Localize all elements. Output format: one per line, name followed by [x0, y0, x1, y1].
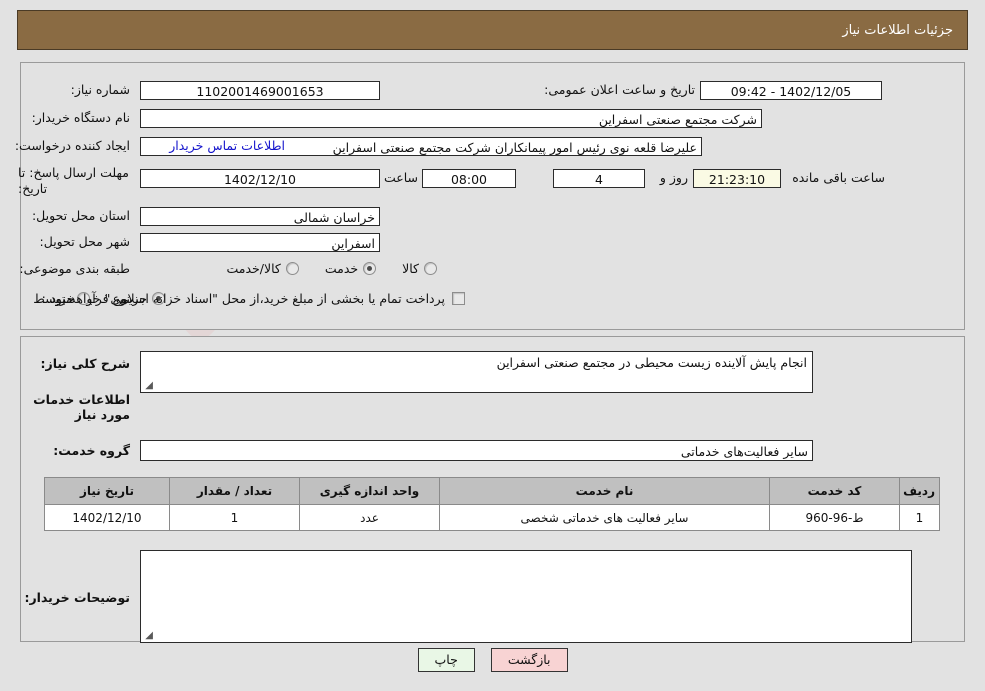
th-service-name: نام خدمت — [439, 477, 770, 505]
need-summary-panel — [20, 62, 965, 330]
deadline-hour-label-row: ساعت — [384, 170, 418, 187]
need-number-label-row: شماره نیاز: — [20, 82, 130, 99]
category-option-khedmat-label: خدمت — [324, 261, 359, 276]
deadline-label: مهلت ارسال پاسخ: تا تاریخ: — [18, 165, 129, 196]
resize-grip-icon[interactable]: ◢ — [143, 381, 153, 391]
deadline-time-field[interactable]: 08:00 — [422, 169, 516, 188]
deadline-label-row: مهلت ارسال پاسخ: تا تاریخ: — [18, 165, 130, 196]
creator-label-row: ایجاد کننده درخواست: — [15, 138, 130, 155]
countdown-field: 21:23:10 — [693, 169, 781, 188]
province-label: استان محل تحویل: — [31, 208, 130, 223]
radio-kala-icon[interactable] — [424, 262, 437, 275]
radio-kala-khedmat-icon[interactable] — [285, 262, 299, 275]
creator-label: ایجاد کننده درخواست: — [14, 138, 130, 153]
days-unit-row: روز و — [660, 170, 688, 187]
resize-grip-icon-notes[interactable]: ◢ — [143, 631, 153, 641]
th-service-code: کد خدمت — [769, 477, 900, 505]
category-option-kala-label: کالا — [402, 261, 419, 276]
need-number-label: شماره نیاز: — [70, 82, 130, 97]
cell-service-code: ط-96-960 — [769, 504, 900, 531]
cell-need-date: 1402/12/10 — [44, 504, 170, 531]
city-field[interactable]: اسفراین — [140, 233, 380, 252]
city-label: شهر محل تحویل: — [39, 234, 130, 249]
footer-button-bar: بازگشت چاپ — [0, 648, 985, 672]
service-group-field[interactable]: سایر فعالیت‌های خدماتی — [140, 440, 813, 461]
announce-datetime-field[interactable]: 1402/12/05 - 09:42 — [700, 81, 882, 100]
countdown-suffix-label: ساعت باقی مانده — [792, 170, 885, 185]
buyer-org-label: نام دستگاه خریدار: — [31, 110, 130, 125]
th-unit: واحد اندازه گیری — [299, 477, 440, 505]
contact-link-row: اطلاعات تماس خریدار — [131, 138, 285, 153]
category-option-kala-khedmat[interactable]: کالا/خدمت — [226, 261, 299, 276]
deadline-date-field[interactable]: 1402/12/10 — [140, 169, 380, 188]
announce-label-row: تاریخ و ساعت اعلان عمومی: — [544, 82, 695, 99]
buyer-notes-textarea[interactable]: ◢ — [140, 550, 912, 643]
treasury-checkbox-label: پرداخت تمام یا بخشی از مبلغ خرید،از محل … — [46, 291, 445, 306]
category-radio-group: کالا خدمت کالا/خدمت — [226, 261, 437, 276]
service-group-label: گروه خدمت: — [53, 443, 130, 458]
category-option-kala[interactable]: کالا — [402, 261, 437, 276]
general-desc-label: شرح کلی نیاز: — [40, 356, 130, 371]
treasury-checkbox[interactable] — [452, 292, 465, 305]
cell-unit: عدد — [299, 504, 440, 531]
th-row-number: ردیف — [899, 477, 940, 505]
category-label: طبقه بندی موضوعی: — [19, 261, 130, 276]
province-label-row: استان محل تحویل: — [32, 208, 130, 225]
province-field[interactable]: خراسان شمالی — [140, 207, 380, 226]
buyer-notes-label: توضیحات خریدار: — [24, 590, 130, 605]
general-desc-textarea[interactable]: انجام پایش آلاینده زیست محیطی در مجتمع ص… — [140, 351, 813, 393]
cell-row-number: 1 — [899, 504, 940, 531]
services-section-title: اطلاعات خدمات مورد نیاز — [33, 392, 130, 422]
table-row: 1 ط-96-960 سایر فعالیت های خدماتی شخصی ع… — [44, 504, 940, 531]
buyer-org-label-row: نام دستگاه خریدار: — [32, 110, 130, 127]
category-option-kala-khedmat-label: کالا/خدمت — [226, 261, 281, 276]
buyer-org-field[interactable]: شرکت مجتمع صنعتی اسفراین — [140, 109, 762, 128]
buyer-contact-link[interactable]: اطلاعات تماس خریدار — [169, 138, 285, 153]
countdown-suffix-row: ساعت باقی مانده — [792, 170, 885, 187]
print-button[interactable]: چاپ — [417, 648, 475, 672]
back-button[interactable]: بازگشت — [490, 648, 568, 672]
remaining-days-field[interactable]: 4 — [553, 169, 645, 188]
th-quantity: تعداد / مقدار — [169, 477, 300, 505]
page-header: جزئیات اطلاعات نیاز — [17, 10, 968, 50]
deadline-hour-label: ساعت — [383, 170, 418, 185]
announce-datetime-label: تاریخ و ساعت اعلان عمومی: — [544, 82, 695, 97]
services-table-header-row: ردیف کد خدمت نام خدمت واحد اندازه گیری ت… — [44, 477, 940, 505]
treasury-checkbox-row: پرداخت تمام یا بخشی از مبلغ خرید،از محل … — [46, 291, 465, 306]
radio-khedmat-icon[interactable] — [363, 262, 377, 275]
th-need-date: تاریخ نیاز — [44, 477, 170, 505]
page-title: جزئیات اطلاعات نیاز — [842, 22, 953, 38]
city-label-row: شهر محل تحویل: — [40, 234, 130, 251]
general-desc-value: انجام پایش آلاینده زیست محیطی در مجتمع ص… — [496, 355, 807, 370]
cell-quantity: 1 — [169, 504, 300, 531]
category-label-row: طبقه بندی موضوعی: — [19, 261, 130, 278]
services-table: ردیف کد خدمت نام خدمت واحد اندازه گیری ت… — [44, 477, 940, 531]
need-number-field[interactable]: 1102001469001653 — [140, 81, 380, 100]
cell-service-name: سایر فعالیت های خدماتی شخصی — [439, 504, 770, 531]
days-unit-label: روز و — [659, 170, 688, 185]
category-option-khedmat[interactable]: خدمت — [324, 261, 377, 276]
